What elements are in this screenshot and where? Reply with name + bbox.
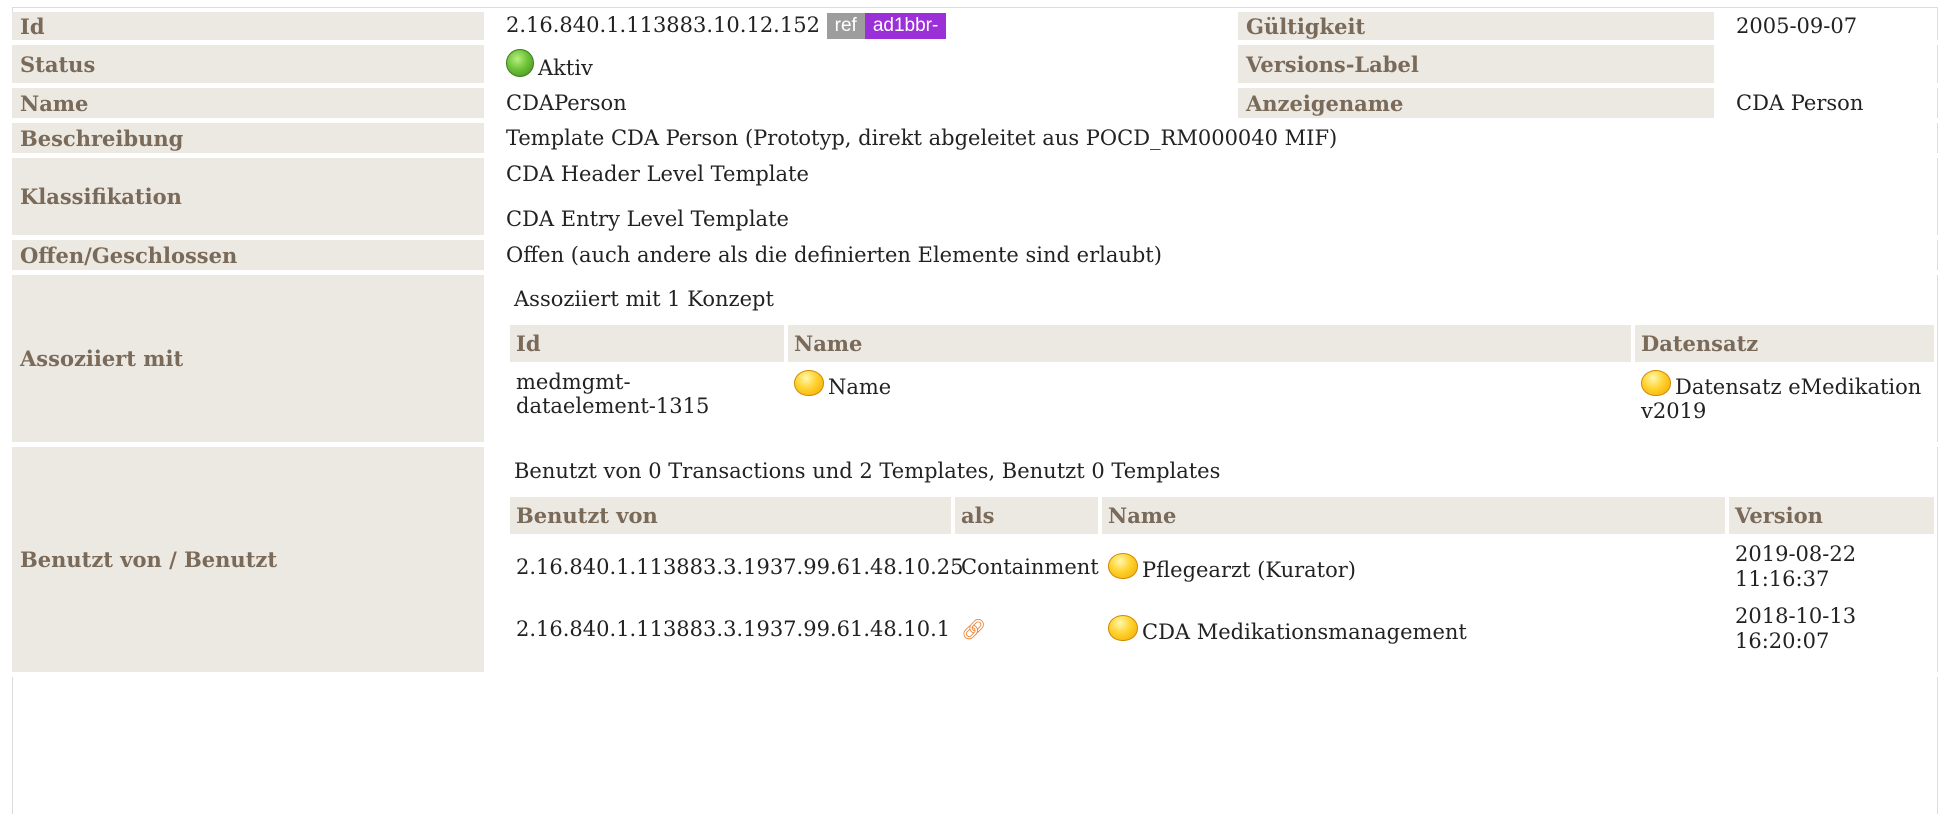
row-associated: Assoziiert mit Assoziiert mit 1 Konzept … bbox=[12, 275, 1938, 447]
value-id: 2.16.840.1.113883.10.12.152 ref ad1bbr- bbox=[498, 12, 1238, 45]
template-oid[interactable]: 2.16.840.1.113883.10.12.152 bbox=[506, 13, 820, 37]
used-by-oid[interactable]: 2.16.840.1.113883.3.1937.99.61.48.10.1 bbox=[510, 596, 951, 658]
used-by-name-cell: CDA Medikationsmanagement bbox=[1102, 596, 1725, 658]
used-by-version-cell: 2019-08-22 11:16:37 bbox=[1729, 534, 1934, 596]
value-version bbox=[1728, 45, 1938, 88]
classification-item: CDA Header Level Template bbox=[506, 161, 809, 186]
yellow-dot-icon bbox=[794, 370, 824, 396]
col-header-name: Name bbox=[1102, 497, 1725, 534]
used-by-version-date: 2018-10-13 bbox=[1735, 604, 1857, 628]
value-associated: Assoziiert mit 1 Konzept Id Name Datensa… bbox=[498, 275, 1938, 447]
associated-header-row: Id Name Datensatz bbox=[510, 325, 1934, 362]
value-used-by: Benutzt von 0 Transactions und 2 Templat… bbox=[498, 447, 1938, 677]
label-description: Beschreibung bbox=[12, 123, 498, 158]
prefix-tag: ad1bbr- bbox=[864, 13, 947, 39]
label-classification: Klassifikation bbox=[12, 158, 498, 240]
classification-item: CDA Entry Level Template bbox=[506, 206, 789, 231]
table-row: medmgmt-dataelement-1315 Name Datensatz … bbox=[510, 362, 1934, 427]
table-row: 2.16.840.1.113883.3.1937.99.61.48.10.25 … bbox=[510, 534, 1934, 596]
link-icon[interactable]: 🔗︎ bbox=[961, 617, 986, 641]
template-details-table: Id 2.16.840.1.113883.10.12.152 ref ad1bbr… bbox=[12, 12, 1938, 677]
used-by-name[interactable]: Pflegearzt (Kurator) bbox=[1142, 558, 1356, 582]
table-row: 2.16.840.1.113883.3.1937.99.61.48.10.1 🔗… bbox=[510, 596, 1934, 658]
concept-dataset[interactable]: Datensatz eMedikation v2019 bbox=[1641, 375, 1921, 423]
used-by-version-time: 16:20:07 bbox=[1735, 629, 1830, 653]
concept-name-cell: Name bbox=[788, 362, 1631, 427]
row-name: Name CDAPerson Anzeigename CDA Person bbox=[12, 88, 1938, 123]
associated-concepts-table: Id Name Datensatz medmgmt-dataelement-13… bbox=[506, 325, 1938, 427]
value-name: CDAPerson bbox=[498, 88, 1238, 123]
concept-name[interactable]: Name bbox=[828, 375, 891, 399]
label-used-by: Benutzt von / Benutzt bbox=[12, 447, 498, 677]
associated-intro: Assoziiert mit 1 Konzept bbox=[514, 287, 774, 311]
label-version: Versions-Label bbox=[1238, 45, 1728, 88]
label-associated: Assoziiert mit bbox=[12, 275, 498, 447]
used-by-oid[interactable]: 2.16.840.1.113883.3.1937.99.61.48.10.25 bbox=[510, 534, 964, 596]
status-text: Aktiv bbox=[538, 55, 593, 80]
label-validity: Gültigkeit bbox=[1238, 12, 1728, 45]
value-description: Template CDA Person (Prototyp, direkt ab… bbox=[498, 123, 1938, 158]
label-display-name: Anzeigename bbox=[1238, 88, 1728, 123]
used-by-as-cell: 🔗︎ bbox=[955, 596, 1098, 658]
value-open-closed: Offen (auch andere als die definierten E… bbox=[498, 240, 1938, 275]
col-header-dataset: Datensatz bbox=[1635, 325, 1934, 362]
col-header-used-by: Benutzt von bbox=[510, 497, 951, 534]
row-classification: Klassifikation CDA Header Level Template… bbox=[12, 158, 1938, 240]
value-validity: 2005-09-07 bbox=[1728, 12, 1938, 45]
used-by-name-cell: Pflegearzt (Kurator) bbox=[1102, 534, 1725, 596]
row-description: Beschreibung Template CDA Person (Protot… bbox=[12, 123, 1938, 158]
concept-id[interactable]: medmgmt-dataelement-1315 bbox=[510, 362, 784, 427]
col-header-as: als bbox=[955, 497, 1098, 534]
yellow-dot-icon bbox=[1108, 552, 1138, 579]
label-open-closed: Offen/Geschlossen bbox=[12, 240, 498, 275]
yellow-dot-icon bbox=[1108, 614, 1138, 641]
row-open-closed: Offen/Geschlossen Offen (auch andere als… bbox=[12, 240, 1938, 275]
label-status: Status bbox=[12, 45, 498, 88]
ref-tag: ref bbox=[826, 13, 865, 39]
used-by-as: Containment bbox=[961, 555, 1099, 579]
used-by-version-cell: 2018-10-13 16:20:07 bbox=[1729, 596, 1934, 658]
row-status: Status Aktiv Versions-Label bbox=[12, 45, 1938, 88]
green-dot-icon bbox=[506, 48, 534, 77]
used-by-name[interactable]: CDA Medikationsmanagement bbox=[1142, 620, 1467, 644]
value-classification: CDA Header Level Template CDA Entry Leve… bbox=[498, 158, 1938, 240]
col-header-name: Name bbox=[788, 325, 1631, 362]
used-by-version-time: 11:16:37 bbox=[1735, 567, 1830, 591]
label-name: Name bbox=[12, 88, 498, 123]
used-by-header-row: Benutzt von als Name Version bbox=[510, 497, 1934, 534]
row-id: Id 2.16.840.1.113883.10.12.152 ref ad1bbr… bbox=[12, 12, 1938, 45]
value-display-name: CDA Person bbox=[1728, 88, 1938, 123]
value-status: Aktiv bbox=[498, 45, 1238, 88]
concept-dataset-cell: Datensatz eMedikation v2019 bbox=[1635, 362, 1934, 427]
yellow-dot-icon bbox=[1641, 370, 1671, 396]
used-by-table: Benutzt von als Name Version 2.16.840.1.… bbox=[506, 497, 1938, 658]
label-id: Id bbox=[12, 12, 498, 45]
col-header-id: Id bbox=[510, 325, 784, 362]
row-used-by: Benutzt von / Benutzt Benutzt von 0 Tran… bbox=[12, 447, 1938, 677]
used-by-version-date: 2019-08-22 bbox=[1735, 542, 1857, 566]
col-header-version: Version bbox=[1729, 497, 1934, 534]
used-by-intro: Benutzt von 0 Transactions und 2 Templat… bbox=[514, 459, 1221, 483]
